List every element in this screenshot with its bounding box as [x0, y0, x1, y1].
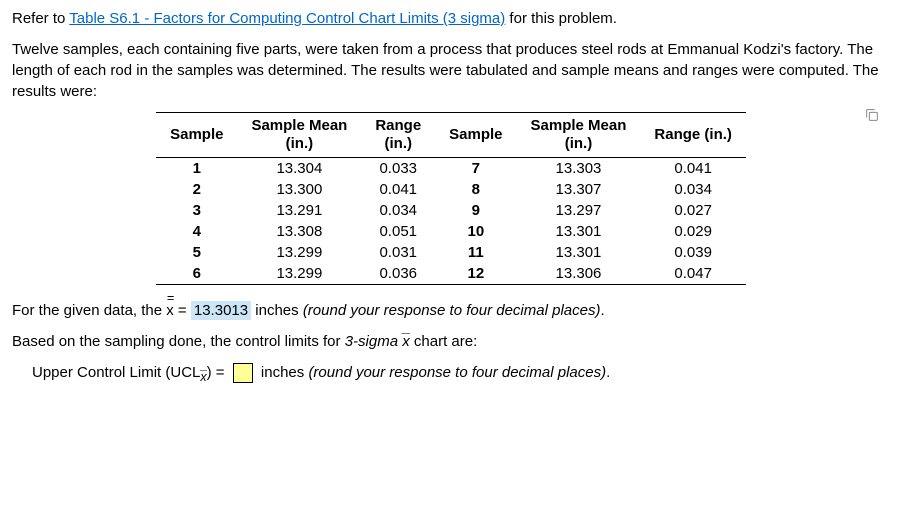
- table-cell: 13.299: [237, 242, 361, 263]
- table-header-row: Sample Sample Mean(in.) Range(in.) Sampl…: [156, 113, 746, 158]
- table-cell: 13.299: [237, 263, 361, 285]
- ucl-line: Upper Control Limit (UCLx) = inches (rou…: [32, 362, 890, 387]
- data-table: Sample Sample Mean(in.) Range(in.) Sampl…: [156, 112, 746, 285]
- x-bar-symbol: x: [402, 331, 410, 352]
- refer-prefix: Refer to: [12, 10, 69, 27]
- table-cell: 0.051: [361, 221, 435, 242]
- control-limits-intro: Based on the sampling done, the control …: [12, 331, 890, 352]
- table-row: 313.2910.034913.2970.027: [156, 200, 746, 221]
- table-cell: 0.029: [640, 221, 746, 242]
- table-cell: 3: [156, 200, 237, 221]
- table-cell: 7: [435, 158, 516, 180]
- table-cell: 5: [156, 242, 237, 263]
- table-row: 613.2990.0361213.3060.047: [156, 263, 746, 285]
- table-cell: 13.306: [517, 263, 641, 285]
- table-cell: 0.039: [640, 242, 746, 263]
- table-cell: 0.031: [361, 242, 435, 263]
- table-cell: 0.034: [361, 200, 435, 221]
- table-cell: 1: [156, 158, 237, 180]
- table-cell: 12: [435, 263, 516, 285]
- table-cell: 0.047: [640, 263, 746, 285]
- xbar-value: 13.3013: [191, 301, 251, 320]
- problem-description: Twelve samples, each containing five par…: [12, 39, 890, 102]
- header-range-1: Range(in.): [361, 113, 435, 158]
- table-cell: 10: [435, 221, 516, 242]
- table-cell: 13.304: [237, 158, 361, 180]
- copy-icon[interactable]: [864, 107, 880, 123]
- rounding-hint-1: (round your response to four decimal pla…: [303, 302, 601, 319]
- table-cell: 13.301: [517, 221, 641, 242]
- table-cell: 13.297: [517, 200, 641, 221]
- table-cell: 0.041: [640, 158, 746, 180]
- table-cell: 13.291: [237, 200, 361, 221]
- header-sample-2: Sample: [435, 113, 516, 158]
- x-double-bar-symbol: x: [166, 300, 174, 321]
- table-cell: 0.027: [640, 200, 746, 221]
- table-cell: 0.036: [361, 263, 435, 285]
- xbar-answer-line: For the given data, the x = 13.3013 inch…: [12, 300, 890, 321]
- refer-suffix: for this problem.: [505, 10, 617, 27]
- table-cell: 8: [435, 179, 516, 200]
- table-cell: 11: [435, 242, 516, 263]
- table-row: 413.3080.0511013.3010.029: [156, 221, 746, 242]
- ucl-input[interactable]: [233, 363, 253, 383]
- table-cell: 13.301: [517, 242, 641, 263]
- table-cell: 6: [156, 263, 237, 285]
- table-cell: 0.034: [640, 179, 746, 200]
- table-row: 213.3000.041813.3070.034: [156, 179, 746, 200]
- table-cell: 0.033: [361, 158, 435, 180]
- table-cell: 2: [156, 179, 237, 200]
- table-cell: 9: [435, 200, 516, 221]
- header-mean-2: Sample Mean(in.): [517, 113, 641, 158]
- ucl-subscript: x: [200, 369, 206, 387]
- rounding-hint-2: (round your response to four decimal pla…: [308, 364, 606, 381]
- table-row: 113.3040.033713.3030.041: [156, 158, 746, 180]
- intro-paragraph: Refer to Table S6.1 - Factors for Comput…: [12, 8, 890, 29]
- data-table-container: Sample Sample Mean(in.) Range(in.) Sampl…: [12, 112, 890, 285]
- header-range-2: Range (in.): [640, 113, 746, 158]
- header-mean-1: Sample Mean(in.): [237, 113, 361, 158]
- table-cell: 13.308: [237, 221, 361, 242]
- table-cell: 13.300: [237, 179, 361, 200]
- header-sample-1: Sample: [156, 113, 237, 158]
- table-link[interactable]: Table S6.1 - Factors for Computing Contr…: [69, 10, 505, 27]
- table-cell: 13.303: [517, 158, 641, 180]
- table-row: 513.2990.0311113.3010.039: [156, 242, 746, 263]
- table-cell: 0.041: [361, 179, 435, 200]
- table-cell: 13.307: [517, 179, 641, 200]
- table-cell: 4: [156, 221, 237, 242]
